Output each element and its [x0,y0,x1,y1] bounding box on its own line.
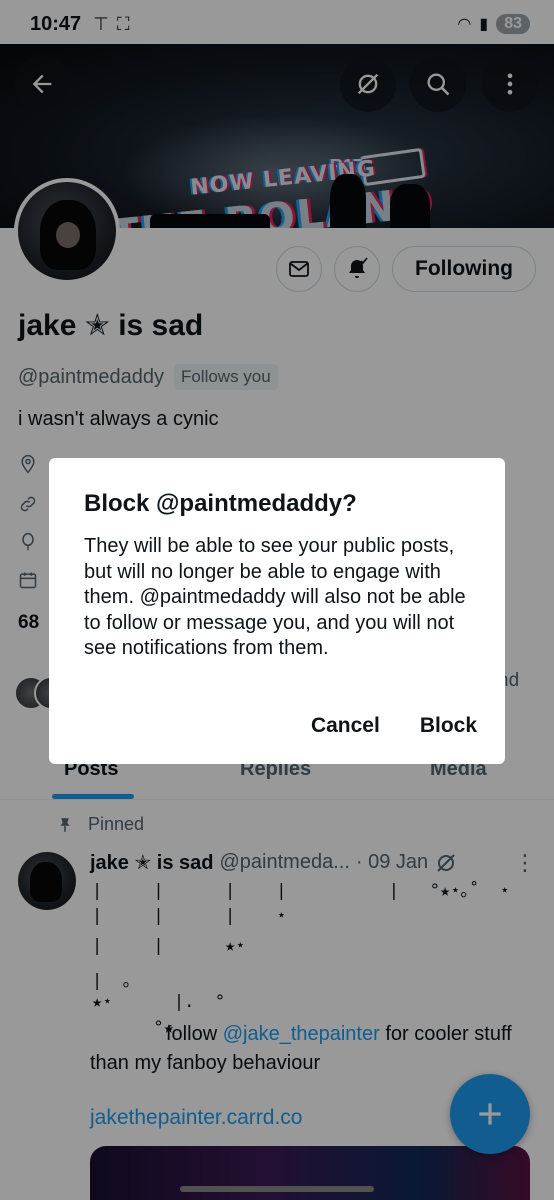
block-button[interactable]: Block [420,714,477,738]
dialog-title: Block @paintmedaddy? [84,490,357,517]
profile-screen: 10:47 ⊤ ⛶ ◠ ▮ 83 R17 NOW LEAVING THE BOL… [0,0,554,1200]
dialog-actions: Cancel Block [311,714,477,738]
dialog-message: They will be able to see your public pos… [84,535,466,659]
cancel-button[interactable]: Cancel [311,714,380,738]
block-dialog: Block @paintmedaddy? They will be able t… [49,458,505,764]
